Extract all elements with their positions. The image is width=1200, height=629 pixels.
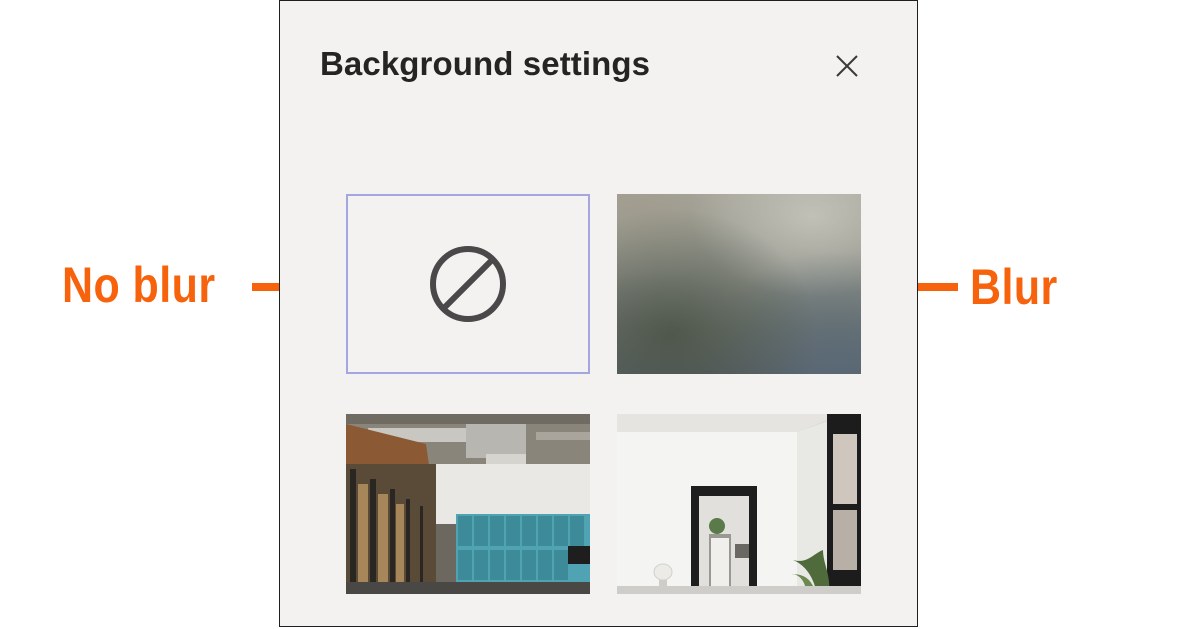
background-option-room[interactable]	[617, 414, 861, 594]
background-option-none[interactable]	[346, 194, 590, 374]
background-settings-panel: Background settings	[279, 0, 918, 627]
background-option-blur[interactable]	[617, 194, 861, 374]
no-background-icon	[430, 246, 506, 322]
close-icon	[836, 55, 858, 77]
annotation-blur-label: Blur	[970, 259, 1058, 315]
room-background-image	[617, 414, 861, 594]
office-background-image	[346, 414, 590, 594]
annotation-no-blur-label: No blur	[62, 257, 216, 313]
screenshot-stage: No blur Blur Background settings	[0, 0, 1200, 629]
background-option-office[interactable]	[346, 414, 590, 594]
panel-title: Background settings	[320, 45, 651, 82]
close-button[interactable]	[831, 50, 863, 82]
